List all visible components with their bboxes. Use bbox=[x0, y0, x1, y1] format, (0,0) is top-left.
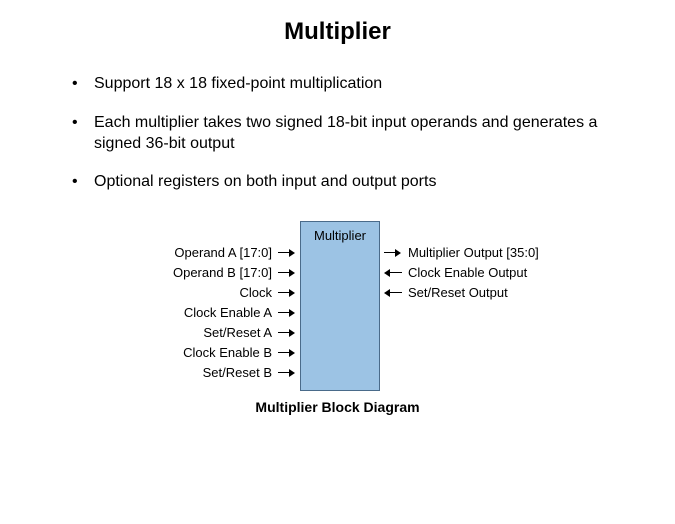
input-port: Clock Enable A bbox=[184, 305, 296, 320]
input-port: Set/Reset A bbox=[203, 325, 296, 340]
block-label: Multiplier bbox=[301, 222, 379, 243]
input-port: Set/Reset B bbox=[203, 365, 296, 380]
port-label: Clock Enable A bbox=[184, 305, 272, 320]
input-port: Operand B [17:0] bbox=[173, 265, 296, 280]
arrow-right-icon bbox=[278, 268, 296, 278]
input-port: Clock bbox=[239, 285, 296, 300]
port-label: Set/Reset A bbox=[203, 325, 272, 340]
port-label: Set/Reset B bbox=[203, 365, 272, 380]
bullet-item: Optional registers on both input and out… bbox=[72, 172, 612, 193]
arrow-right-icon bbox=[278, 248, 296, 258]
arrow-right-icon bbox=[278, 328, 296, 338]
arrow-left-icon bbox=[384, 268, 402, 278]
input-port: Clock Enable B bbox=[183, 345, 296, 360]
bullet-item: Support 18 x 18 fixed-point multiplicati… bbox=[72, 74, 612, 95]
arrow-right-icon bbox=[278, 368, 296, 378]
port-label: Clock Enable B bbox=[183, 345, 272, 360]
port-label: Operand A [17:0] bbox=[174, 245, 272, 260]
arrow-right-icon bbox=[278, 348, 296, 358]
output-port: Set/Reset Output bbox=[384, 285, 508, 300]
port-label: Clock Enable Output bbox=[408, 265, 527, 280]
input-port: Operand A [17:0] bbox=[174, 245, 296, 260]
arrow-right-icon bbox=[384, 248, 402, 258]
output-port: Multiplier Output [35:0] bbox=[384, 245, 539, 260]
arrow-right-icon bbox=[278, 288, 296, 298]
arrow-left-icon bbox=[384, 288, 402, 298]
block-diagram: Multiplier Operand A [17:0] Operand B [1… bbox=[0, 221, 675, 431]
output-port: Clock Enable Output bbox=[384, 265, 527, 280]
arrow-right-icon bbox=[278, 308, 296, 318]
bullet-list: Support 18 x 18 fixed-point multiplicati… bbox=[72, 74, 612, 193]
port-label: Set/Reset Output bbox=[408, 285, 508, 300]
multiplier-block: Multiplier bbox=[300, 221, 380, 391]
port-label: Clock bbox=[239, 285, 272, 300]
port-label: Operand B [17:0] bbox=[173, 265, 272, 280]
diagram-caption: Multiplier Block Diagram bbox=[0, 399, 675, 415]
bullet-item: Each multiplier takes two signed 18-bit … bbox=[72, 113, 612, 155]
page-title: Multiplier bbox=[0, 18, 675, 46]
port-label: Multiplier Output [35:0] bbox=[408, 245, 539, 260]
